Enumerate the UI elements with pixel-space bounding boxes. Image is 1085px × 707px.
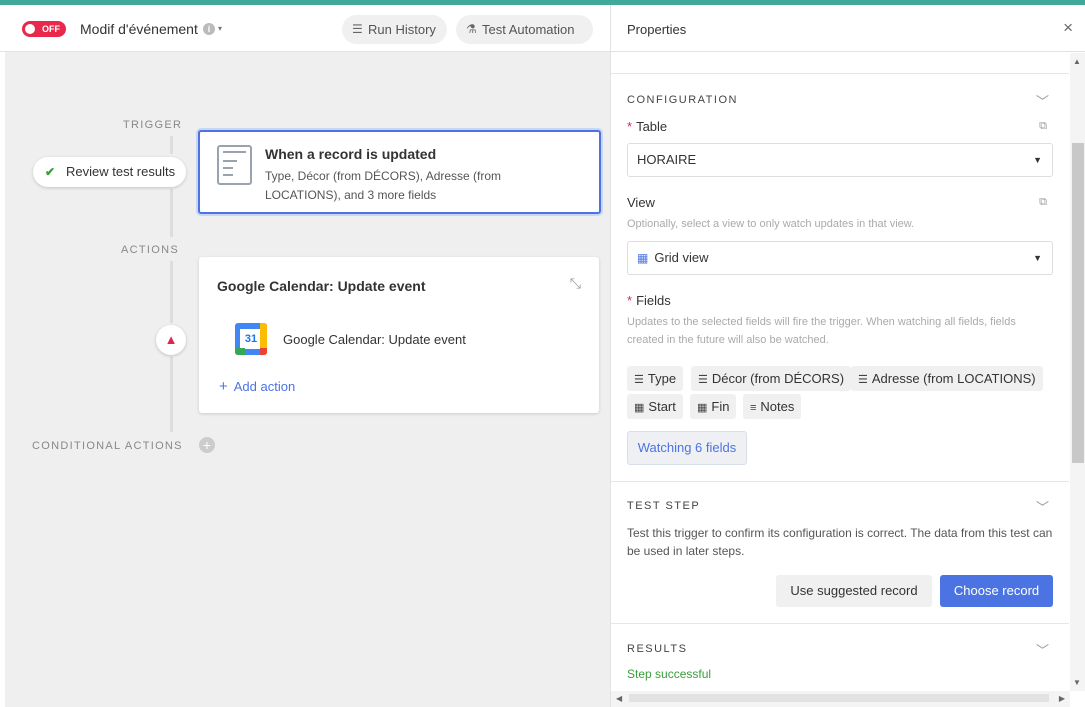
results-heading: RESULTS [627, 643, 688, 655]
table-label: * Table [627, 119, 668, 134]
add-conditional-action-icon[interactable]: + [199, 437, 215, 453]
test-step-description: Test this trigger to confirm its configu… [627, 526, 1053, 558]
toggle-label: OFF [42, 24, 60, 34]
step-status: Step successful [627, 667, 712, 681]
copy-icon[interactable]: ⧉ [1039, 196, 1047, 209]
automation-toolbar: OFF Modif d'événement i ▾ ☰ Run History … [0, 5, 610, 52]
properties-content: CONFIGURATION ﹀ * Table ⧉ HORAIRE ▼ View … [611, 53, 1069, 691]
check-icon: ✔ [45, 165, 56, 179]
scroll-right-arrow-icon[interactable]: ▶ [1059, 694, 1065, 703]
trigger-title: When a record is updated [265, 146, 437, 162]
scroll-left-arrow-icon[interactable]: ◀ [616, 694, 622, 703]
field-chip[interactable]: ▦ Fin [690, 394, 737, 419]
field-chip[interactable]: ☰ Type [627, 366, 684, 391]
watching-fields-button[interactable]: Watching 6 fields [627, 431, 747, 465]
list-icon: ☰ [352, 22, 363, 36]
test-step-heading: TEST STEP [627, 500, 701, 512]
automation-editor: OFF Modif d'événement i ▾ ☰ Run History … [0, 5, 610, 707]
choose-record-button[interactable]: Choose record [940, 575, 1053, 607]
view-value: Grid view [654, 250, 709, 265]
run-history-button[interactable]: ☰ Run History [342, 15, 447, 44]
horizontal-scrollbar[interactable]: ◀ ▶ [611, 691, 1070, 707]
connector-line [170, 189, 173, 237]
run-history-label: Run History [368, 22, 436, 37]
review-label: Review test results [66, 164, 176, 179]
view-label: View [627, 195, 655, 210]
field-type-icon: ☰ [698, 374, 708, 386]
field-chip[interactable]: ▦ Start [627, 394, 683, 419]
connector-line [170, 136, 173, 154]
field-chip[interactable]: ☰ Décor (from DÉCORS) [691, 366, 852, 391]
add-action-button[interactable]: + Add action [219, 378, 295, 395]
vertical-scrollbar[interactable]: ▲ ▼ [1070, 53, 1085, 691]
fields-label: * Fields [627, 293, 671, 308]
toggle-knob [25, 24, 35, 34]
properties-panel: Properties × CONFIGURATION ﹀ * Table ⧉ HO… [610, 5, 1085, 707]
scroll-up-arrow-icon[interactable]: ▲ [1073, 57, 1081, 66]
divider [611, 623, 1069, 624]
review-test-results-button[interactable]: ✔ Review test results [33, 157, 186, 187]
close-icon[interactable]: × [1063, 18, 1073, 38]
conditional-actions-section-label: CONDITIONAL ACTIONS [32, 440, 183, 452]
chevron-down-icon[interactable]: ﹀ [1036, 640, 1049, 659]
table-value: HORAIRE [637, 152, 697, 167]
view-help-text: Optionally, select a view to only watch … [627, 218, 915, 230]
scrollbar-thumb[interactable] [629, 694, 1049, 702]
test-automation-label: Test Automation [482, 22, 575, 37]
automation-toggle[interactable]: OFF [22, 21, 66, 37]
calendar-day: 31 [240, 329, 262, 349]
flask-icon: ⚗ [466, 22, 477, 36]
actions-section-label: ACTIONS [121, 244, 179, 256]
properties-title: Properties [627, 22, 687, 37]
chevron-down-icon[interactable]: ﹀ [1036, 91, 1049, 110]
field-type-icon: ☰ [858, 374, 868, 386]
chevron-down-icon[interactable]: ▾ [218, 24, 222, 33]
scrollbar-thumb[interactable] [1072, 143, 1084, 463]
table-select[interactable]: HORAIRE ▼ [627, 143, 1053, 177]
collapse-icon[interactable]: ⤡ [570, 275, 581, 292]
divider [611, 481, 1069, 482]
use-suggested-record-button[interactable]: Use suggested record [776, 575, 932, 607]
field-type-icon: ▦ [634, 402, 645, 414]
view-select[interactable]: ▦ Grid view ▼ [627, 241, 1053, 275]
trigger-subtitle: Type, Décor (from DÉCORS), Adresse (from… [265, 169, 502, 202]
field-type-icon: ≡ [750, 402, 757, 414]
warning-icon[interactable]: ▲ [156, 325, 186, 355]
test-automation-button[interactable]: ⚗ Test Automation [456, 15, 593, 44]
connector-line [170, 261, 173, 323]
properties-header: Properties × [611, 5, 1085, 52]
trigger-section-label: TRIGGER [123, 119, 183, 131]
field-chip[interactable]: ≡ Notes [743, 394, 802, 419]
automation-name[interactable]: Modif d'événement [80, 21, 198, 37]
info-icon[interactable]: i [203, 23, 215, 35]
divider [611, 73, 1069, 74]
scroll-down-arrow-icon[interactable]: ▼ [1073, 678, 1081, 687]
action-step-label[interactable]: Google Calendar: Update event [283, 332, 466, 347]
field-chip[interactable]: ☰ Adresse (from LOCATIONS) [851, 366, 1043, 391]
dropdown-arrow-icon: ▼ [1033, 253, 1042, 263]
action-card-title: Google Calendar: Update event [217, 278, 426, 294]
copy-icon[interactable]: ⧉ [1039, 120, 1047, 133]
fields-help-text: Updates to the selected fields will fire… [627, 316, 1016, 346]
grid-icon: ▦ [637, 251, 649, 265]
record-updated-icon [217, 145, 252, 185]
plus-icon: + [219, 378, 228, 395]
field-type-icon: ▦ [697, 402, 708, 414]
workflow-canvas: TRIGGER ACTIONS CONDITIONAL ACTIONS ✔ Re… [5, 52, 610, 707]
action-card[interactable]: Google Calendar: Update event ⤡ 31 Googl… [199, 257, 599, 413]
google-calendar-icon: 31 [235, 323, 267, 355]
chevron-down-icon[interactable]: ﹀ [1036, 497, 1049, 516]
connector-line [170, 357, 173, 432]
add-action-label: Add action [233, 379, 296, 394]
dropdown-arrow-icon: ▼ [1033, 155, 1042, 165]
trigger-card[interactable]: When a record is updated Type, Décor (fr… [198, 130, 601, 214]
configuration-heading: CONFIGURATION [627, 94, 738, 106]
field-type-icon: ☰ [634, 374, 644, 386]
